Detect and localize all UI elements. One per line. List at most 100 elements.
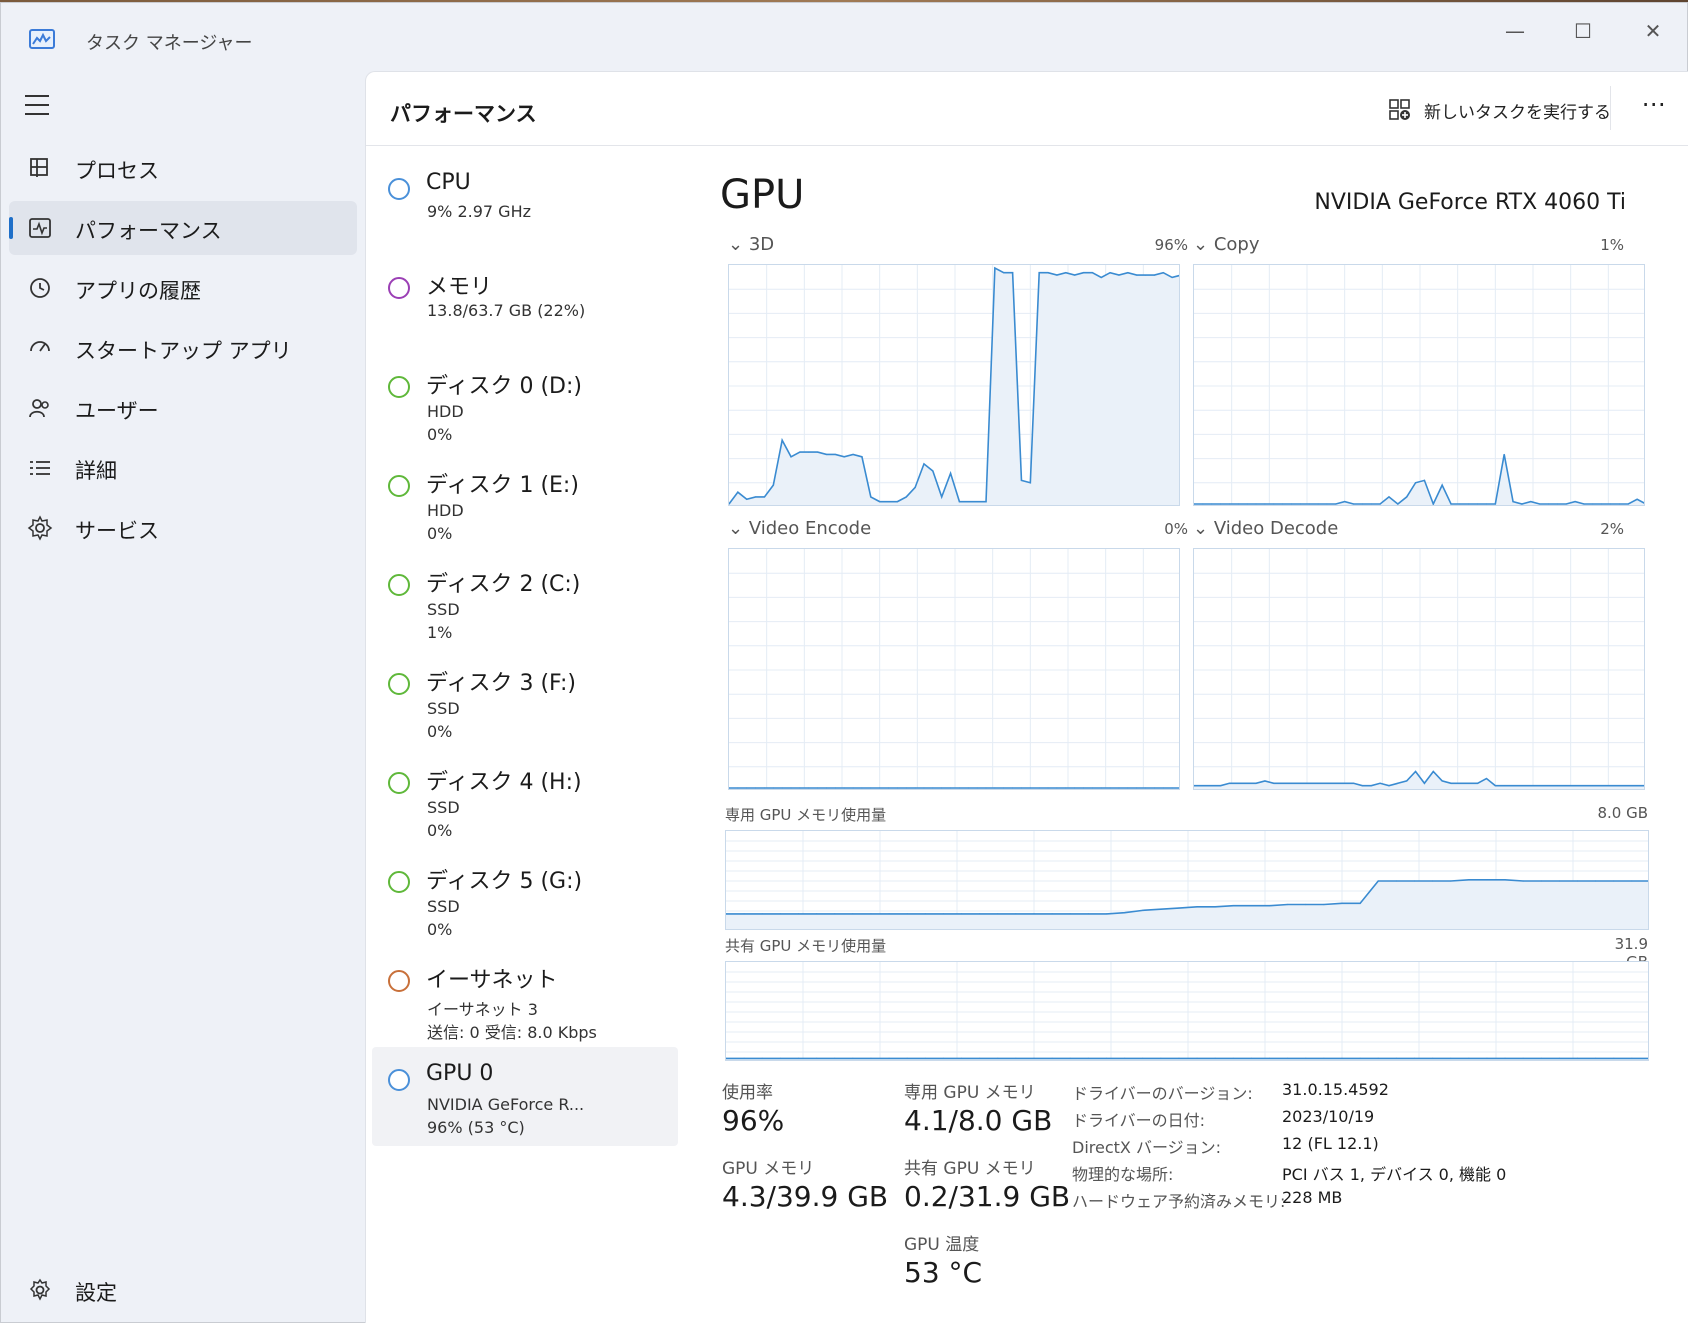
data-point bbox=[1459, 503, 1461, 505]
dedicated-memory-max: 8.0 GB bbox=[1597, 804, 1648, 822]
data-point bbox=[1521, 785, 1523, 787]
data-point bbox=[1051, 913, 1053, 915]
data-point bbox=[1450, 503, 1452, 505]
device-item-gpu-0[interactable]: GPU 0 NVIDIA GeForce R... 96% (53 °C) bbox=[372, 1047, 678, 1146]
data-point bbox=[1613, 1057, 1615, 1060]
engine-selector-video-encode[interactable]: ⌄ Video Encode bbox=[728, 518, 871, 539]
data-point bbox=[906, 913, 908, 915]
more-icon: ⋯ bbox=[1641, 90, 1667, 118]
data-point bbox=[1592, 503, 1594, 505]
driver-version-value: 31.0.15.4592 bbox=[1282, 1080, 1389, 1099]
device-item-disk-5[interactable]: ディスク 5 (G:) SSD 0% bbox=[372, 849, 678, 948]
sidebar-item-users[interactable]: ユーザー bbox=[9, 381, 357, 435]
data-point bbox=[1144, 274, 1147, 276]
data-point bbox=[1341, 1057, 1343, 1060]
hamburger-menu-icon[interactable] bbox=[25, 95, 53, 119]
data-point bbox=[1074, 787, 1076, 789]
disk-status-dot bbox=[388, 376, 410, 398]
data-point bbox=[861, 456, 863, 458]
device-item-disk-2[interactable]: ディスク 2 (C:) SSD 1% bbox=[372, 552, 678, 651]
data-point bbox=[790, 787, 792, 789]
sidebar-item-details[interactable]: 詳細 bbox=[9, 441, 357, 495]
data-point bbox=[967, 501, 969, 503]
data-point bbox=[1574, 501, 1576, 503]
sidebar-item-app-history[interactable]: アプリの履歴 bbox=[9, 261, 357, 315]
data-point bbox=[1069, 913, 1071, 915]
data-point bbox=[932, 787, 934, 789]
title-bar[interactable]: タスク マネージャー — ☐ ✕ bbox=[1, 3, 1687, 67]
engine-selector-video-decode[interactable]: ⌄ Video Decode bbox=[1193, 518, 1338, 539]
data-point bbox=[1020, 479, 1023, 481]
engine-label: Video Decode bbox=[1213, 518, 1339, 539]
data-point bbox=[1413, 880, 1416, 882]
data-point bbox=[905, 787, 907, 789]
data-point bbox=[1540, 1057, 1542, 1060]
more-options-button[interactable]: ⋯ bbox=[1634, 90, 1674, 126]
chart-3d bbox=[728, 264, 1180, 506]
data-point bbox=[960, 1057, 963, 1060]
data-point bbox=[1202, 503, 1204, 505]
data-point bbox=[1540, 880, 1542, 882]
data-point bbox=[1273, 782, 1275, 784]
data-point bbox=[852, 453, 854, 456]
device-item-disk-0[interactable]: ディスク 0 (D:) HDD 0% bbox=[372, 354, 678, 453]
usage-value: 96% bbox=[722, 1104, 785, 1137]
data-point bbox=[942, 1057, 945, 1060]
device-item-memory[interactable]: メモリ 13.8/63.7 GB (22%) bbox=[372, 255, 678, 354]
data-point bbox=[834, 453, 836, 456]
device-name: メモリ bbox=[426, 275, 493, 300]
data-point bbox=[1485, 503, 1488, 505]
chart-shared-memory bbox=[725, 961, 1649, 1061]
data-point bbox=[1087, 1057, 1089, 1060]
disk-status-dot bbox=[388, 673, 410, 695]
data-point bbox=[1264, 503, 1266, 505]
gear-icon bbox=[29, 1278, 51, 1301]
data-point bbox=[743, 913, 745, 915]
data-point bbox=[1317, 503, 1319, 505]
minimize-button[interactable]: — bbox=[1485, 13, 1545, 49]
sidebar-item-services[interactable]: サービス bbox=[9, 501, 357, 555]
data-point bbox=[1211, 785, 1213, 787]
close-button[interactable]: ✕ bbox=[1623, 13, 1683, 49]
engine-selector-3d[interactable]: ⌄ 3D bbox=[728, 234, 774, 255]
data-point bbox=[1486, 1057, 1488, 1060]
device-item-ethernet[interactable]: イーサネット イーサネット 3 送信: 0 受信: 8.0 Kbps bbox=[372, 948, 678, 1047]
data-point bbox=[1100, 276, 1102, 279]
data-point bbox=[729, 787, 730, 789]
ethernet-status-dot bbox=[388, 970, 410, 992]
data-point bbox=[754, 496, 757, 498]
device-item-disk-1[interactable]: ディスク 1 (E:) HDD 0% bbox=[372, 453, 678, 552]
device-usage: 0% bbox=[427, 920, 453, 939]
device-usage: 0% bbox=[427, 425, 453, 444]
device-type: HDD bbox=[427, 501, 464, 520]
data-point bbox=[1194, 503, 1195, 505]
sidebar-item-processes[interactable]: プロセス bbox=[9, 141, 357, 195]
device-item-disk-4[interactable]: ディスク 4 (H:) SSD 0% bbox=[372, 750, 678, 849]
data-point bbox=[1056, 787, 1058, 789]
data-point bbox=[834, 787, 836, 789]
device-list: CPU 9% 2.97 GHz メモリ 13.8/63.7 GB (22%) デ… bbox=[372, 156, 678, 1146]
sidebar-item-startup-apps[interactable]: スタートアップ アプリ bbox=[9, 321, 357, 375]
data-point bbox=[985, 787, 987, 789]
engine-selector-copy[interactable]: ⌄ Copy bbox=[1193, 234, 1259, 255]
sidebar-item-settings[interactable]: 設定 bbox=[9, 1263, 357, 1317]
device-item-disk-3[interactable]: ディスク 3 (F:) SSD 0% bbox=[372, 651, 678, 750]
device-type: SSD bbox=[427, 897, 460, 916]
data-point bbox=[1432, 503, 1434, 505]
data-point bbox=[1352, 503, 1355, 505]
data-point bbox=[1413, 1057, 1416, 1060]
data-point bbox=[887, 787, 890, 789]
device-item-cpu[interactable]: CPU 9% 2.97 GHz bbox=[372, 156, 678, 255]
run-new-task-button[interactable]: 新しいタスクを実行する bbox=[1388, 92, 1611, 128]
maximize-button[interactable]: ☐ bbox=[1553, 13, 1613, 49]
data-point bbox=[1290, 503, 1293, 505]
data-point bbox=[1468, 1057, 1470, 1060]
data-point bbox=[1246, 782, 1248, 784]
data-point bbox=[1522, 880, 1524, 882]
page-title: パフォーマンス bbox=[390, 102, 537, 126]
data-point bbox=[906, 1057, 908, 1060]
sidebar-item-performance[interactable]: パフォーマンス bbox=[9, 201, 357, 255]
data-point bbox=[1558, 880, 1561, 882]
data-point bbox=[1136, 787, 1138, 789]
sidebar-item-label: プロセス bbox=[75, 159, 159, 183]
